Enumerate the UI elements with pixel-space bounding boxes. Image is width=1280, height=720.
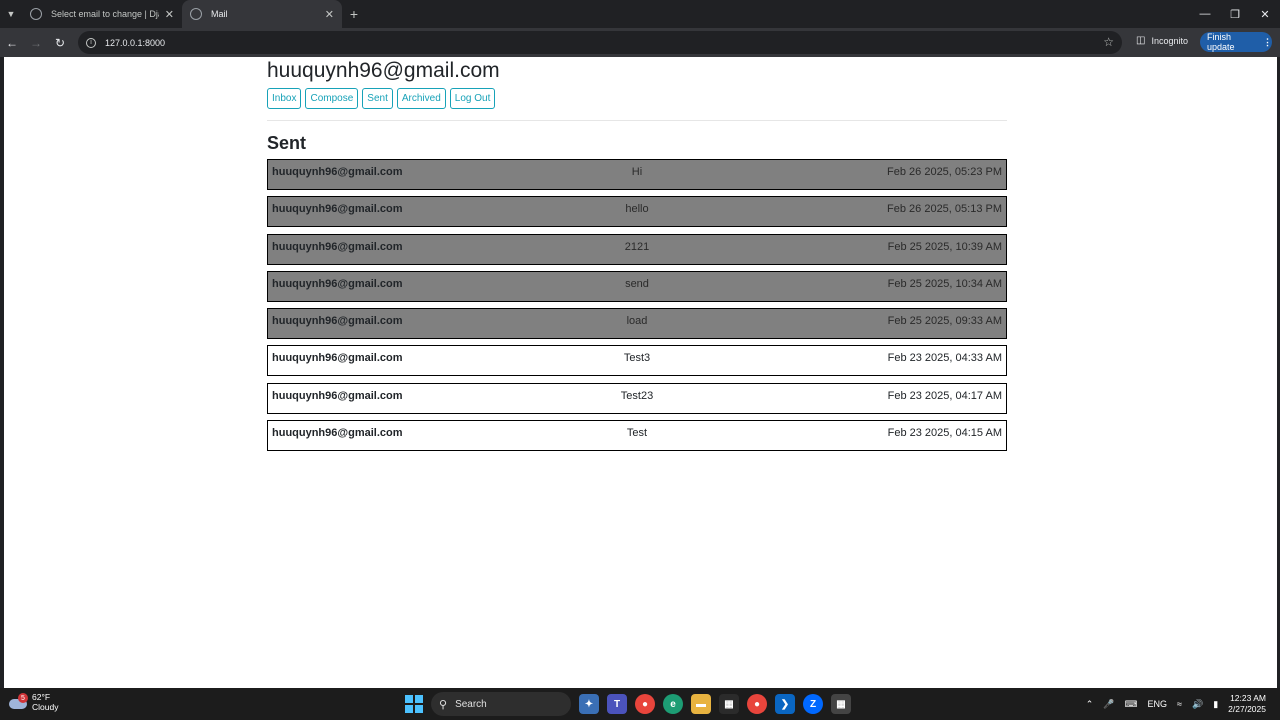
notification-badge: 5 — [18, 693, 28, 703]
keyboard-icon[interactable]: ⌨ — [1125, 699, 1138, 710]
mail-nav-buttons: Inbox Compose Sent Archived Log Out — [267, 88, 496, 109]
browser-toolbar: ← → ↻ i 127.0.0.1:8000 ☆ — [0, 28, 1280, 57]
email-row[interactable]: huuquynh96@gmail.com 2121 Feb 25 2025, 10:… — [267, 233, 1007, 265]
weather-desc: Cloudy — [32, 702, 59, 712]
email-list: huuquynh96@gmail.com Hi Feb 26 2025, 05:23… — [267, 159, 1007, 457]
reload-icon[interactable]: ↻ — [48, 31, 72, 55]
chrome-incognito-icon[interactable]: ● — [747, 694, 767, 714]
inbox-button[interactable]: Inbox — [267, 88, 302, 109]
taskbar-apps: ⚲ Search ✦ T ● e ▬ ▦ ● ❯ Z ▦ — [405, 688, 851, 720]
divider — [267, 120, 1007, 121]
incognito-icon: ◫ — [1136, 35, 1146, 46]
more-menu-icon: ⋮ — [1263, 36, 1272, 47]
clock-time: 12:23 AM — [1230, 693, 1266, 703]
email-timestamp: Feb 26 2025, 05:23 PM — [887, 166, 1002, 178]
user-email-heading: huuquynh96@gmail.com — [267, 59, 500, 82]
edge-icon[interactable]: e — [663, 694, 683, 714]
file-explorer-icon[interactable]: ▬ — [691, 694, 711, 714]
back-arrow-icon[interactable]: ← — [0, 31, 24, 55]
language-indicator[interactable]: ENG — [1148, 699, 1168, 709]
close-window-icon[interactable]: ✕ — [1250, 0, 1280, 28]
cloudy-weather-icon: 5 — [8, 693, 28, 710]
mailbox-title: Sent — [267, 133, 307, 153]
site-info-icon[interactable]: i — [86, 37, 96, 48]
incognito-indicator[interactable]: ◫ Incognito — [1136, 35, 1188, 46]
clock[interactable]: 12:23 AM 2/27/2025 — [1228, 693, 1266, 715]
email-row[interactable]: huuquynh96@gmail.com hello Feb 26 2025, 05… — [267, 196, 1007, 228]
search-label: Search — [455, 698, 487, 710]
logout-button[interactable]: Log Out — [449, 88, 496, 109]
chevron-up-icon[interactable]: ⌃ — [1086, 699, 1094, 710]
windows-start-icon[interactable] — [405, 695, 423, 713]
volume-icon[interactable]: 🔊 — [1192, 699, 1203, 710]
archived-button[interactable]: Archived — [396, 88, 446, 109]
email-timestamp: Feb 23 2025, 04:17 AM — [887, 389, 1002, 402]
forward-arrow-icon[interactable]: → — [24, 31, 48, 55]
email-timestamp: Feb 26 2025, 05:13 PM — [887, 203, 1002, 216]
weather-widget[interactable]: 5 62°F Cloudy — [8, 692, 58, 712]
email-row[interactable]: huuquynh96@gmail.com Test Feb 23 2025, 04:… — [267, 420, 1007, 452]
tab-search-chevron-icon[interactable]: ▼ — [0, 0, 22, 28]
email-timestamp: Feb 23 2025, 04:33 AM — [887, 352, 1002, 365]
tab-title: Select email to change | Djang — [51, 9, 159, 19]
windows-taskbar: 5 62°F Cloudy ⚲ Search ✦ T ● e ▬ ▦ ● ❯ Z… — [0, 688, 1280, 720]
email-timestamp: Feb 25 2025, 09:33 AM — [887, 315, 1002, 328]
close-tab-icon[interactable]: ✕ — [325, 8, 334, 21]
email-timestamp: Feb 25 2025, 10:39 AM — [887, 240, 1002, 253]
email-row[interactable]: huuquynh96@gmail.com Hi Feb 26 2025, 05:23… — [267, 159, 1007, 190]
email-row[interactable]: huuquynh96@gmail.com Test23 Feb 23 2025, 0… — [267, 382, 1007, 414]
search-icon: ⚲ — [439, 698, 448, 711]
browser-tab-strip: ▼ Select email to change | Djang ✕ Mail … — [0, 0, 1280, 28]
clock-date: 2/27/2025 — [1228, 704, 1266, 714]
window-controls: — ❐ ✕ — [1190, 0, 1280, 28]
tab-django-admin[interactable]: Select email to change | Djang ✕ — [22, 0, 182, 28]
email-row[interactable]: huuquynh96@gmail.com Test3 Feb 23 2025, 04… — [267, 345, 1007, 377]
taskbar-search[interactable]: ⚲ Search — [431, 692, 571, 716]
app-icon[interactable]: ▦ — [831, 694, 851, 714]
new-tab-icon[interactable]: + — [342, 0, 366, 28]
store-icon[interactable]: ▦ — [719, 694, 739, 714]
incognito-label: Incognito — [1151, 35, 1188, 46]
address-bar[interactable]: i 127.0.0.1:8000 ☆ — [78, 31, 1122, 54]
tab-title: Mail — [211, 9, 228, 19]
microphone-icon[interactable]: 🎤 — [1103, 699, 1114, 710]
tab-mail[interactable]: Mail ✕ — [182, 0, 342, 28]
compose-button[interactable]: Compose — [305, 88, 359, 109]
chrome-icon[interactable]: ● — [635, 694, 655, 714]
finish-update-button[interactable]: Finish update ⋮ — [1200, 32, 1272, 52]
url-text[interactable]: 127.0.0.1:8000 — [105, 38, 165, 48]
globe-icon — [30, 8, 42, 20]
email-row[interactable]: huuquynh96@gmail.com send Feb 25 2025, 10:… — [267, 270, 1007, 302]
globe-icon — [190, 8, 202, 20]
copilot-icon[interactable]: ✦ — [579, 694, 599, 714]
restore-icon[interactable]: ❐ — [1220, 0, 1250, 28]
teams-icon[interactable]: T — [607, 694, 627, 714]
battery-icon[interactable]: ▮ — [1213, 699, 1218, 710]
email-timestamp: Feb 23 2025, 04:15 AM — [887, 427, 1002, 440]
vscode-icon[interactable]: ❯ — [775, 694, 795, 714]
email-timestamp: Feb 25 2025, 10:34 AM — [887, 277, 1002, 290]
email-row[interactable]: huuquynh96@gmail.com load Feb 25 2025, 09:… — [267, 308, 1007, 340]
zalo-icon[interactable]: Z — [803, 694, 823, 714]
minimize-icon[interactable]: — — [1190, 0, 1220, 28]
page-viewport: huuquynh96@gmail.com Inbox Compose Sent … — [4, 57, 1277, 688]
system-tray: ⌃ 🎤 ⌨ ENG ≈ 🔊 ▮ 12:23 AM 2/27/2025 — [1086, 688, 1280, 720]
weather-temp: 62°F — [32, 692, 51, 702]
finish-update-label: Finish update — [1207, 32, 1235, 52]
sent-button[interactable]: Sent — [362, 88, 393, 109]
wifi-icon[interactable]: ≈ — [1177, 699, 1182, 709]
close-tab-icon[interactable]: ✕ — [165, 8, 174, 21]
bookmark-star-icon[interactable]: ☆ — [1103, 35, 1114, 49]
